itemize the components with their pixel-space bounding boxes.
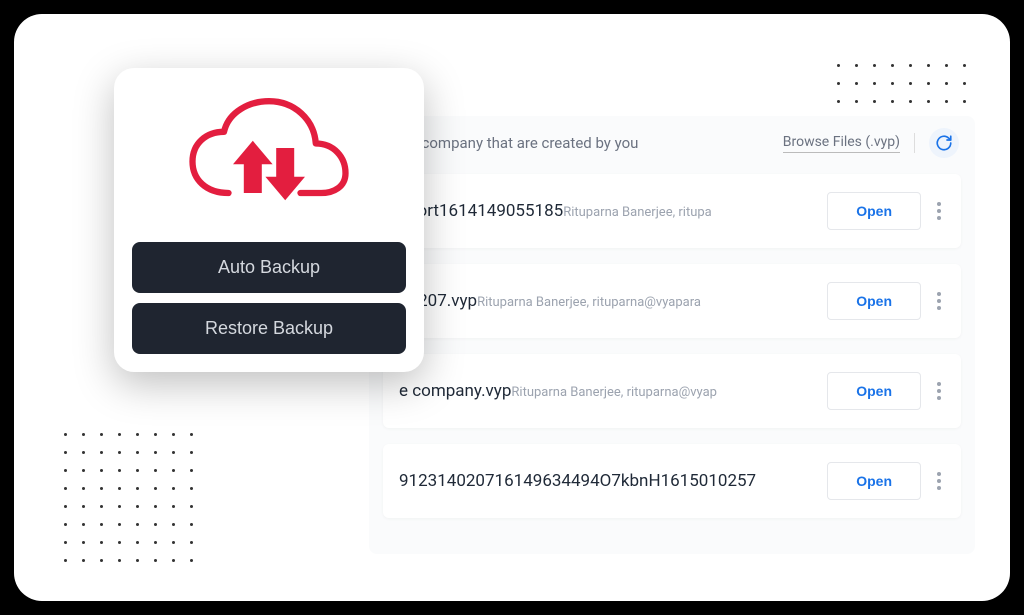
file-name: e company.vyp (399, 381, 511, 401)
file-panel-header: e the company that are created by you Br… (369, 116, 975, 168)
more-vertical-icon (937, 292, 941, 296)
file-meta: Rituparna Banerjee, ritupa (563, 205, 712, 220)
file-row: 40207.vypRituparna Banerjee, rituparna@v… (383, 264, 961, 338)
more-menu-button[interactable] (933, 286, 945, 316)
file-list: eport1614149055185Rituparna Banerjee, ri… (369, 168, 975, 554)
more-menu-button[interactable] (933, 466, 945, 496)
refresh-icon (935, 134, 953, 152)
more-vertical-icon (937, 382, 941, 386)
decorative-dots-bottom-left (64, 433, 202, 571)
restore-backup-button[interactable]: Restore Backup (132, 303, 406, 354)
file-panel: e the company that are created by you Br… (369, 116, 975, 554)
file-row: eport1614149055185Rituparna Banerjee, ri… (383, 174, 961, 248)
browse-files-link[interactable]: Browse Files (.vyp) (783, 134, 900, 153)
more-menu-button[interactable] (933, 196, 945, 226)
open-button[interactable]: Open (827, 372, 921, 410)
more-vertical-icon (937, 202, 941, 206)
decorative-dots-top-right (837, 64, 975, 112)
backup-card: Auto Backup Restore Backup (114, 68, 424, 372)
cloud-backup-icon (179, 92, 359, 222)
open-button[interactable]: Open (827, 282, 921, 320)
more-vertical-icon (937, 472, 941, 476)
divider (914, 133, 915, 153)
file-meta: Rituparna Banerjee, rituparna@vyapara (477, 295, 701, 310)
refresh-button[interactable] (929, 128, 959, 158)
open-button[interactable]: Open (827, 192, 921, 230)
file-meta: Rituparna Banerjee, rituparna@vyap (511, 385, 717, 400)
file-row: 912314020716149634494O7kbnH1615010257 Op… (383, 444, 961, 518)
more-menu-button[interactable] (933, 376, 945, 406)
file-row: e company.vypRituparna Banerjee, ritupar… (383, 354, 961, 428)
open-button[interactable]: Open (827, 462, 921, 500)
auto-backup-button[interactable]: Auto Backup (132, 242, 406, 293)
panel-header-text: e the company that are created by you (385, 134, 783, 152)
file-name: 912314020716149634494O7kbnH1615010257 (399, 471, 756, 491)
